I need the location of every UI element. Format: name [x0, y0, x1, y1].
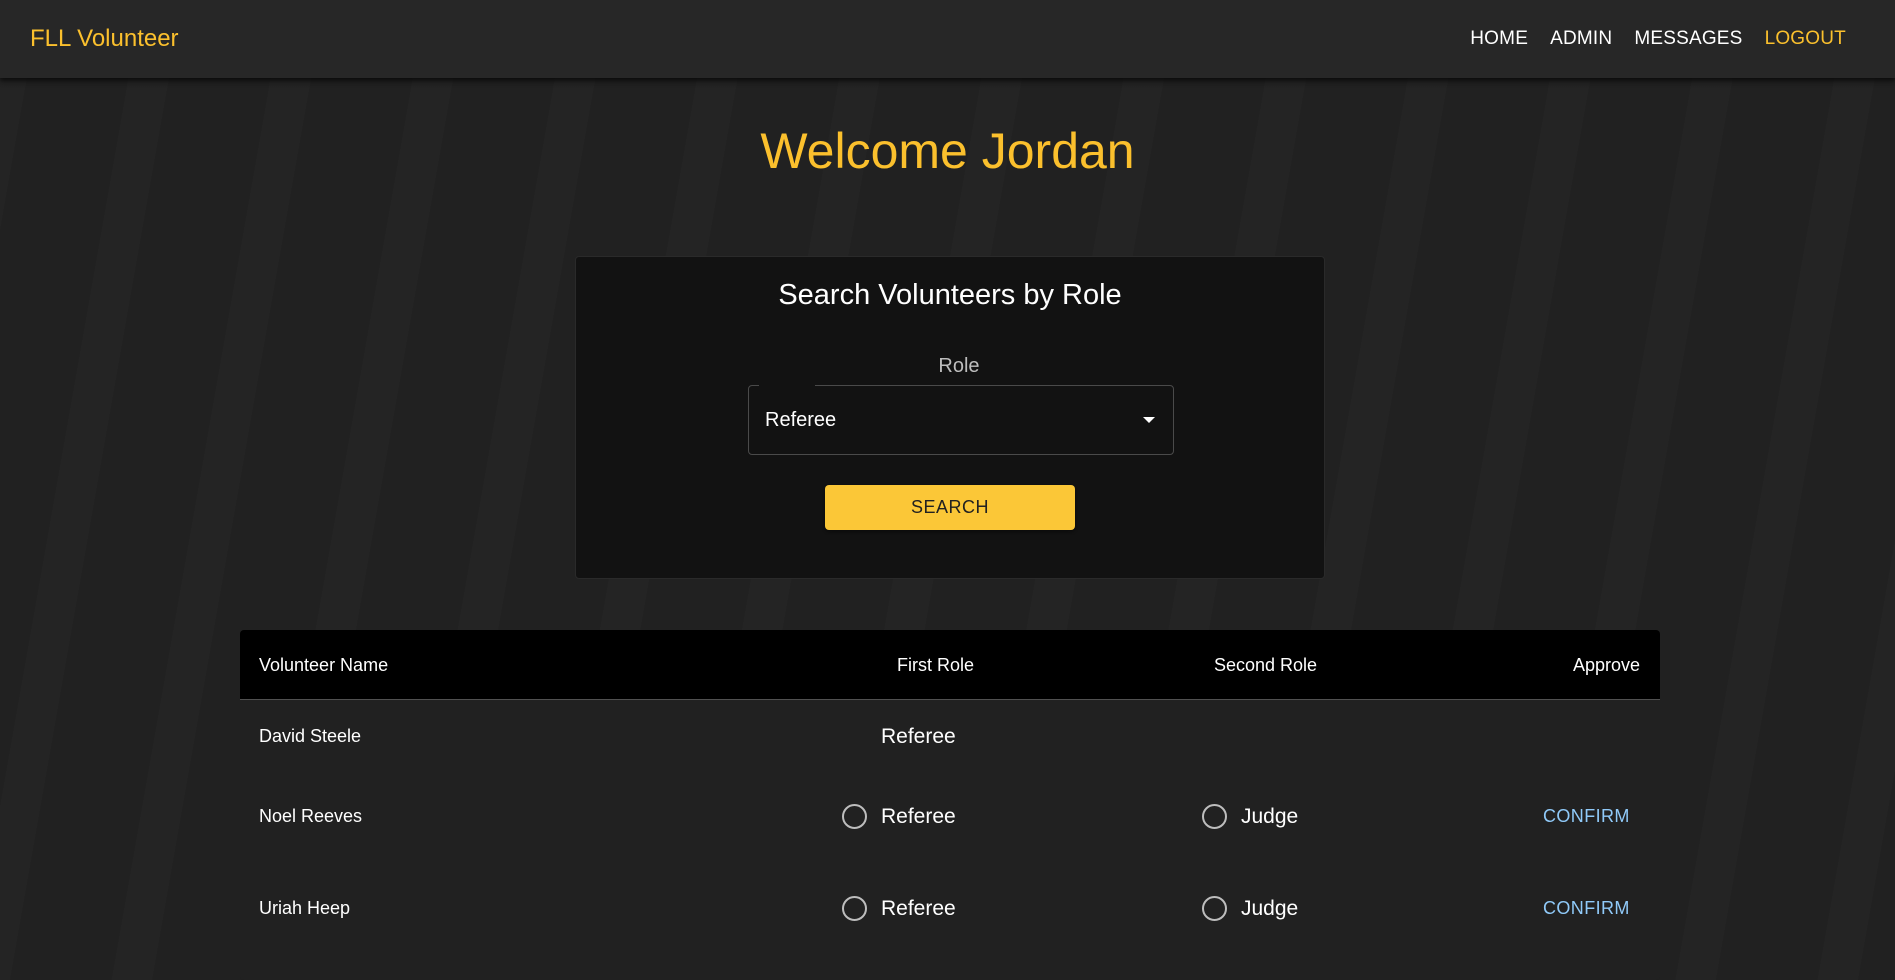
- nav-home[interactable]: HOME: [1459, 20, 1539, 58]
- top-nav: HOME ADMIN MESSAGES LOGOUT: [1459, 20, 1857, 58]
- header-approve: Approve: [1573, 655, 1641, 675]
- second-role-option[interactable]: Judge: [1202, 896, 1298, 921]
- role-select[interactable]: Referee: [748, 384, 1174, 455]
- confirm-button[interactable]: CONFIRM: [1543, 806, 1630, 827]
- nav-admin[interactable]: ADMIN: [1539, 20, 1623, 58]
- radio-unchecked-icon[interactable]: [1202, 804, 1227, 829]
- volunteer-name: David Steele: [259, 726, 362, 746]
- dropdown-arrow-icon[interactable]: [1143, 417, 1155, 423]
- second-role-option[interactable]: Judge: [1202, 804, 1298, 829]
- table-row: Uriah Heep Referee Judge CONFIRM: [240, 870, 1660, 950]
- role-select-value: Referee: [765, 408, 837, 431]
- table-header: Volunteer Name First Role Second Role Ap…: [240, 630, 1660, 700]
- header-first-role: First Role: [897, 655, 975, 675]
- radio-unchecked-icon[interactable]: [1202, 896, 1227, 921]
- second-role-label: Judge: [1241, 804, 1299, 828]
- volunteer-name: Noel Reeves: [259, 806, 363, 826]
- role-label: Role: [938, 355, 980, 377]
- search-card-title: Search Volunteers by Role: [778, 279, 1122, 311]
- header-volunteer-name: Volunteer Name: [259, 655, 389, 675]
- app-bar: FLL Volunteer HOME ADMIN MESSAGES LOGOUT: [0, 0, 1895, 78]
- first-role-value: Referee: [881, 725, 956, 748]
- table-row: Noel Reeves Referee Judge CONFIRM: [240, 778, 1660, 858]
- welcome-heading: Welcome Jordan: [760, 123, 1135, 179]
- first-role-label: Referee: [881, 896, 956, 920]
- first-role-option[interactable]: Referee: [842, 804, 956, 829]
- app-title[interactable]: FLL Volunteer: [30, 25, 179, 53]
- table-row: David Steele Referee: [240, 700, 1660, 780]
- radio-unchecked-icon[interactable]: [842, 804, 867, 829]
- first-role-label: Referee: [881, 804, 956, 828]
- volunteer-table: Volunteer Name First Role Second Role Ap…: [240, 630, 1660, 980]
- search-card: Search Volunteers by Role Role Referee S…: [575, 256, 1325, 579]
- header-second-role: Second Role: [1214, 655, 1318, 675]
- second-role-label: Judge: [1241, 896, 1299, 920]
- nav-logout[interactable]: LOGOUT: [1754, 20, 1857, 58]
- first-role-option[interactable]: Referee: [842, 896, 956, 921]
- select-label-notch: [759, 384, 815, 388]
- radio-unchecked-icon[interactable]: [842, 896, 867, 921]
- search-button[interactable]: SEARCH: [825, 485, 1075, 530]
- confirm-button[interactable]: CONFIRM: [1543, 898, 1630, 919]
- volunteer-name: Uriah Heep: [259, 898, 351, 918]
- nav-messages[interactable]: MESSAGES: [1623, 20, 1753, 58]
